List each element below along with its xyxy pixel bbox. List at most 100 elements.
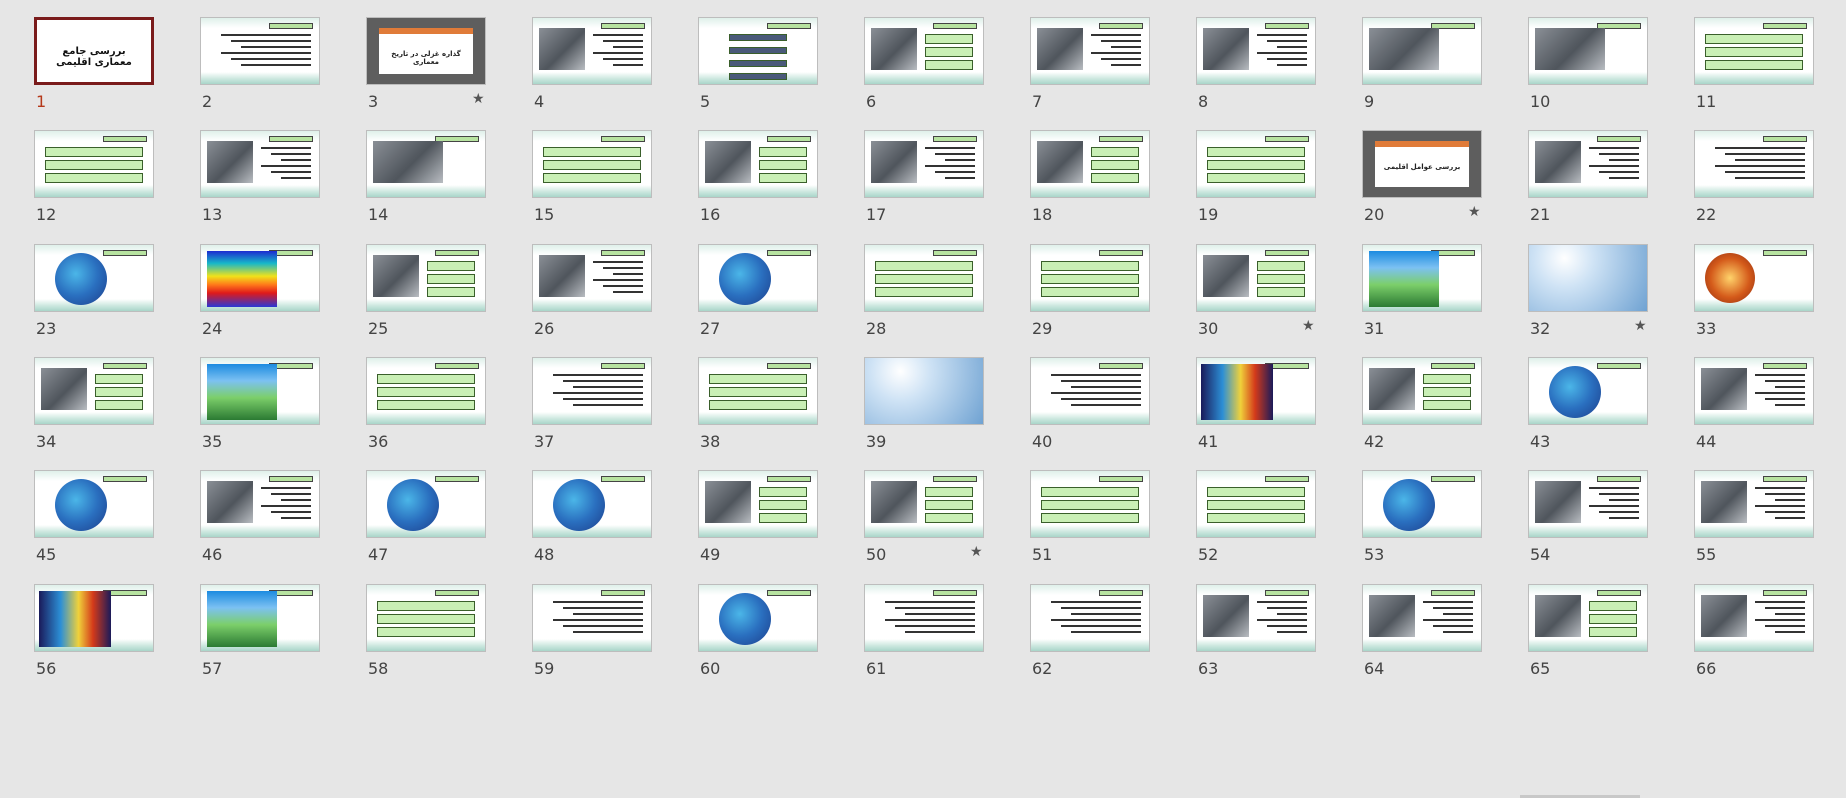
slide-thumbnail[interactable] <box>698 243 818 312</box>
slide-thumbnail-cell[interactable]: 7 <box>996 0 1162 125</box>
slide-thumbnail-cell[interactable]: 29 <box>996 227 1162 352</box>
slide-thumbnail-cell[interactable]: 64 <box>1328 567 1494 692</box>
slide-thumbnail-cell[interactable]: 21 <box>1494 113 1660 238</box>
slide-thumbnail-cell[interactable]: 63 <box>1162 567 1328 692</box>
slide-thumbnail-cell[interactable]: 56 <box>0 567 166 692</box>
slide-thumbnail[interactable] <box>532 130 652 199</box>
slide-thumbnail-cell[interactable]: 4 <box>498 0 664 125</box>
slide-thumbnail[interactable] <box>1694 130 1814 199</box>
slide-thumbnail-cell[interactable]: 27 <box>664 227 830 352</box>
slide-thumbnail[interactable] <box>532 583 652 652</box>
slide-thumbnail-cell[interactable]: 26 <box>498 227 664 352</box>
slide-thumbnail[interactable] <box>1694 470 1814 539</box>
slide-thumbnail[interactable] <box>1196 583 1316 652</box>
slide-thumbnail[interactable] <box>1196 130 1316 199</box>
slide-thumbnail[interactable] <box>864 130 984 199</box>
slide-thumbnail-cell[interactable]: 46 <box>166 453 332 578</box>
slide-thumbnail-cell[interactable]: 23 <box>0 227 166 352</box>
slide-thumbnail-cell[interactable]: 31 <box>1328 227 1494 352</box>
slide-thumbnail-cell[interactable]: 48 <box>498 453 664 578</box>
slide-thumbnail-cell[interactable]: 66 <box>1660 567 1826 692</box>
slide-thumbnail[interactable] <box>864 583 984 652</box>
slide-thumbnail-cell[interactable]: 51 <box>996 453 1162 578</box>
slide-thumbnail[interactable] <box>366 356 486 425</box>
slide-thumbnail[interactable] <box>366 130 486 199</box>
slide-thumbnail[interactable] <box>34 243 154 312</box>
slide-thumbnail[interactable] <box>1362 356 1482 425</box>
slide-thumbnail-cell[interactable]: 30 ★ <box>1162 227 1328 352</box>
slide-thumbnail[interactable]: گذاره غزلی در تاریخ معماری <box>366 17 486 85</box>
slide-thumbnail-cell[interactable]: 28 <box>830 227 996 352</box>
slide-thumbnail-cell[interactable]: 8 <box>1162 0 1328 125</box>
slide-thumbnail[interactable] <box>200 243 320 312</box>
slide-thumbnail[interactable] <box>532 470 652 539</box>
slide-thumbnail-cell[interactable]: 35 <box>166 340 332 465</box>
slide-thumbnail-cell[interactable]: 24 <box>166 227 332 352</box>
slide-thumbnail-cell[interactable]: 38 <box>664 340 830 465</box>
slide-thumbnail[interactable] <box>1030 356 1150 425</box>
slide-thumbnail[interactable] <box>1362 243 1482 312</box>
slide-thumbnail-cell[interactable]: بررسی جامع معماری اقلیمی 1 <box>0 0 166 125</box>
slide-thumbnail-cell[interactable]: 13 <box>166 113 332 238</box>
slide-thumbnail-cell[interactable]: 15 <box>498 113 664 238</box>
slide-thumbnail[interactable] <box>1694 17 1814 85</box>
slide-thumbnail[interactable] <box>1196 356 1316 425</box>
slide-thumbnail[interactable]: بررسی عوامل اقلیمی <box>1362 130 1482 199</box>
slide-thumbnail[interactable] <box>1196 470 1316 539</box>
slide-thumbnail-cell[interactable]: 22 <box>1660 113 1826 238</box>
slide-thumbnail[interactable] <box>698 470 818 539</box>
slide-thumbnail-cell[interactable]: بررسی عوامل اقلیمی 20 ★ <box>1328 113 1494 238</box>
slide-thumbnail-cell[interactable]: 6 <box>830 0 996 125</box>
slide-thumbnail-cell[interactable]: 11 <box>1660 0 1826 125</box>
slide-thumbnail-cell[interactable]: گذاره غزلی در تاریخ معماری 3 ★ <box>332 0 498 125</box>
slide-thumbnail[interactable] <box>1694 356 1814 425</box>
slide-thumbnail[interactable] <box>200 470 320 539</box>
slide-thumbnail-cell[interactable]: 45 <box>0 453 166 578</box>
slide-thumbnail-cell[interactable]: 58 <box>332 567 498 692</box>
slide-thumbnail-cell[interactable]: 47 <box>332 453 498 578</box>
slide-thumbnail[interactable] <box>1528 243 1648 312</box>
slide-thumbnail-cell[interactable]: 37 <box>498 340 664 465</box>
slide-thumbnail-cell[interactable]: 65 <box>1494 567 1660 692</box>
slide-thumbnail[interactable] <box>366 243 486 312</box>
slide-thumbnail-cell[interactable]: 19 <box>1162 113 1328 238</box>
slide-thumbnail-cell[interactable]: 59 <box>498 567 664 692</box>
slide-thumbnail[interactable] <box>200 583 320 652</box>
slide-thumbnail[interactable] <box>1528 17 1648 85</box>
slide-thumbnail-cell[interactable]: 18 <box>996 113 1162 238</box>
slide-thumbnail[interactable] <box>532 243 652 312</box>
slide-thumbnail-cell[interactable]: 5 <box>664 0 830 125</box>
slide-thumbnail[interactable] <box>1362 583 1482 652</box>
slide-thumbnail[interactable] <box>864 470 984 539</box>
slide-thumbnail[interactable] <box>1528 470 1648 539</box>
slide-thumbnail[interactable] <box>1528 356 1648 425</box>
slide-thumbnail[interactable] <box>34 470 154 539</box>
slide-thumbnail-cell[interactable]: 44 <box>1660 340 1826 465</box>
slide-thumbnail-cell[interactable]: 57 <box>166 567 332 692</box>
slide-thumbnail[interactable] <box>1196 243 1316 312</box>
slide-thumbnail-cell[interactable]: 54 <box>1494 453 1660 578</box>
slide-thumbnail-cell[interactable]: 16 <box>664 113 830 238</box>
slide-thumbnail[interactable] <box>1362 17 1482 85</box>
slide-thumbnail[interactable] <box>1196 17 1316 85</box>
slide-thumbnail[interactable]: بررسی جامع معماری اقلیمی <box>34 17 154 85</box>
slide-thumbnail[interactable] <box>366 583 486 652</box>
slide-thumbnail[interactable] <box>1030 243 1150 312</box>
slide-thumbnail[interactable] <box>1030 17 1150 85</box>
slide-thumbnail[interactable] <box>1030 583 1150 652</box>
slide-thumbnail[interactable] <box>1694 583 1814 652</box>
slide-thumbnail-cell[interactable]: 32 ★ <box>1494 227 1660 352</box>
slide-thumbnail[interactable] <box>698 356 818 425</box>
slide-thumbnail-cell[interactable]: 43 <box>1494 340 1660 465</box>
slide-thumbnail[interactable] <box>864 17 984 85</box>
slide-thumbnail[interactable] <box>200 17 320 85</box>
slide-thumbnail[interactable] <box>34 583 154 652</box>
slide-thumbnail-cell[interactable]: 9 <box>1328 0 1494 125</box>
slide-thumbnail[interactable] <box>698 583 818 652</box>
slide-thumbnail-cell[interactable]: 41 <box>1162 340 1328 465</box>
slide-thumbnail-cell[interactable]: 39 <box>830 340 996 465</box>
slide-thumbnail-cell[interactable]: 36 <box>332 340 498 465</box>
slide-thumbnail[interactable] <box>366 470 486 539</box>
slide-thumbnail[interactable] <box>1030 470 1150 539</box>
slide-thumbnail[interactable] <box>200 356 320 425</box>
